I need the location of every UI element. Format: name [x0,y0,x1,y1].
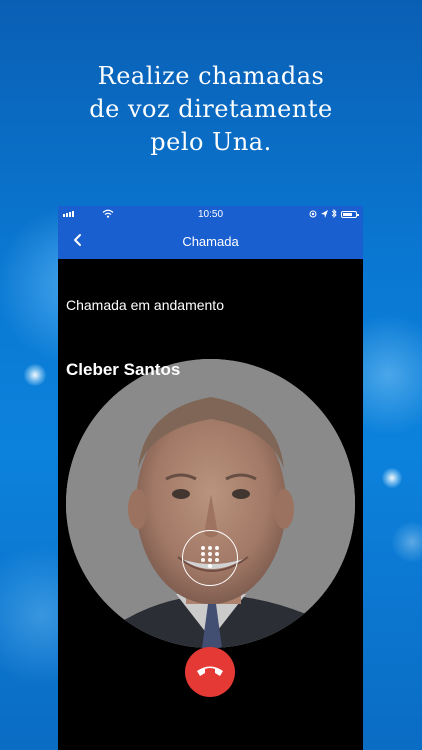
hang-up-button[interactable] [185,647,235,697]
promo-headline: Realize chamadas de voz diretamente pelo… [0,60,422,159]
page-title: Chamada [182,234,239,249]
direction-icon [321,209,328,220]
location-icon [309,210,317,220]
dialpad-button[interactable] [182,530,238,586]
bokeh-light [24,364,46,386]
phone-screen: 10:50 Chamada Chamada em andamento Clebe… [58,206,363,750]
caller-name: Cleber Santos [66,360,181,379]
dialpad-icon [201,546,220,568]
bokeh-light [392,522,422,562]
promo-line-3: pelo Una. [150,128,272,156]
promo-line-2: de voz diretamente [89,95,333,123]
promo-line-1: Realize chamadas [97,62,325,90]
bokeh-light [382,468,402,488]
caller-avatar [66,359,355,648]
battery-icon [341,211,359,218]
call-status-text: Chamada em andamento [66,297,224,313]
navigation-bar: Chamada [58,224,363,259]
status-bar: 10:50 [58,206,363,224]
bluetooth-icon [331,208,337,220]
phone-hangup-icon [197,666,223,676]
status-right-icons [309,208,359,220]
